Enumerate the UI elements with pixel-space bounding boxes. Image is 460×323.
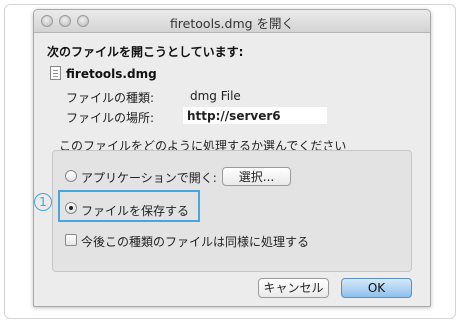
callout-number-badge: 1 [34, 193, 52, 211]
choose-application-button[interactable]: 選択... [222, 167, 291, 186]
cancel-button[interactable]: キャンセル [258, 278, 329, 298]
ok-button[interactable]: OK [341, 278, 412, 298]
file-type-value: dmg File [190, 89, 241, 103]
save-option-highlight [58, 190, 200, 222]
file-location-label: ファイルの場所: [66, 111, 155, 125]
title-bar: firetools.dmg を開く [34, 10, 430, 33]
window-title: firetools.dmg を開く [169, 16, 295, 31]
file-location-value: http://server6 [187, 109, 281, 123]
document-icon [50, 66, 61, 80]
file-type-label: ファイルの種類: [66, 91, 155, 105]
dialog-heading: 次のファイルを開こうとしています: [47, 45, 244, 59]
file-name: firetools.dmg [66, 67, 157, 81]
open-with-label[interactable]: アプリケーションで開く: [81, 169, 217, 186]
open-with-radio[interactable] [65, 170, 77, 182]
open-file-dialog: firetools.dmg を開く 次のファイルを開こうとしています: fire… [33, 9, 431, 307]
remember-choice-checkbox[interactable] [65, 234, 77, 246]
remember-choice-label[interactable]: 今後この種類のファイルは同様に処理する [81, 233, 309, 250]
